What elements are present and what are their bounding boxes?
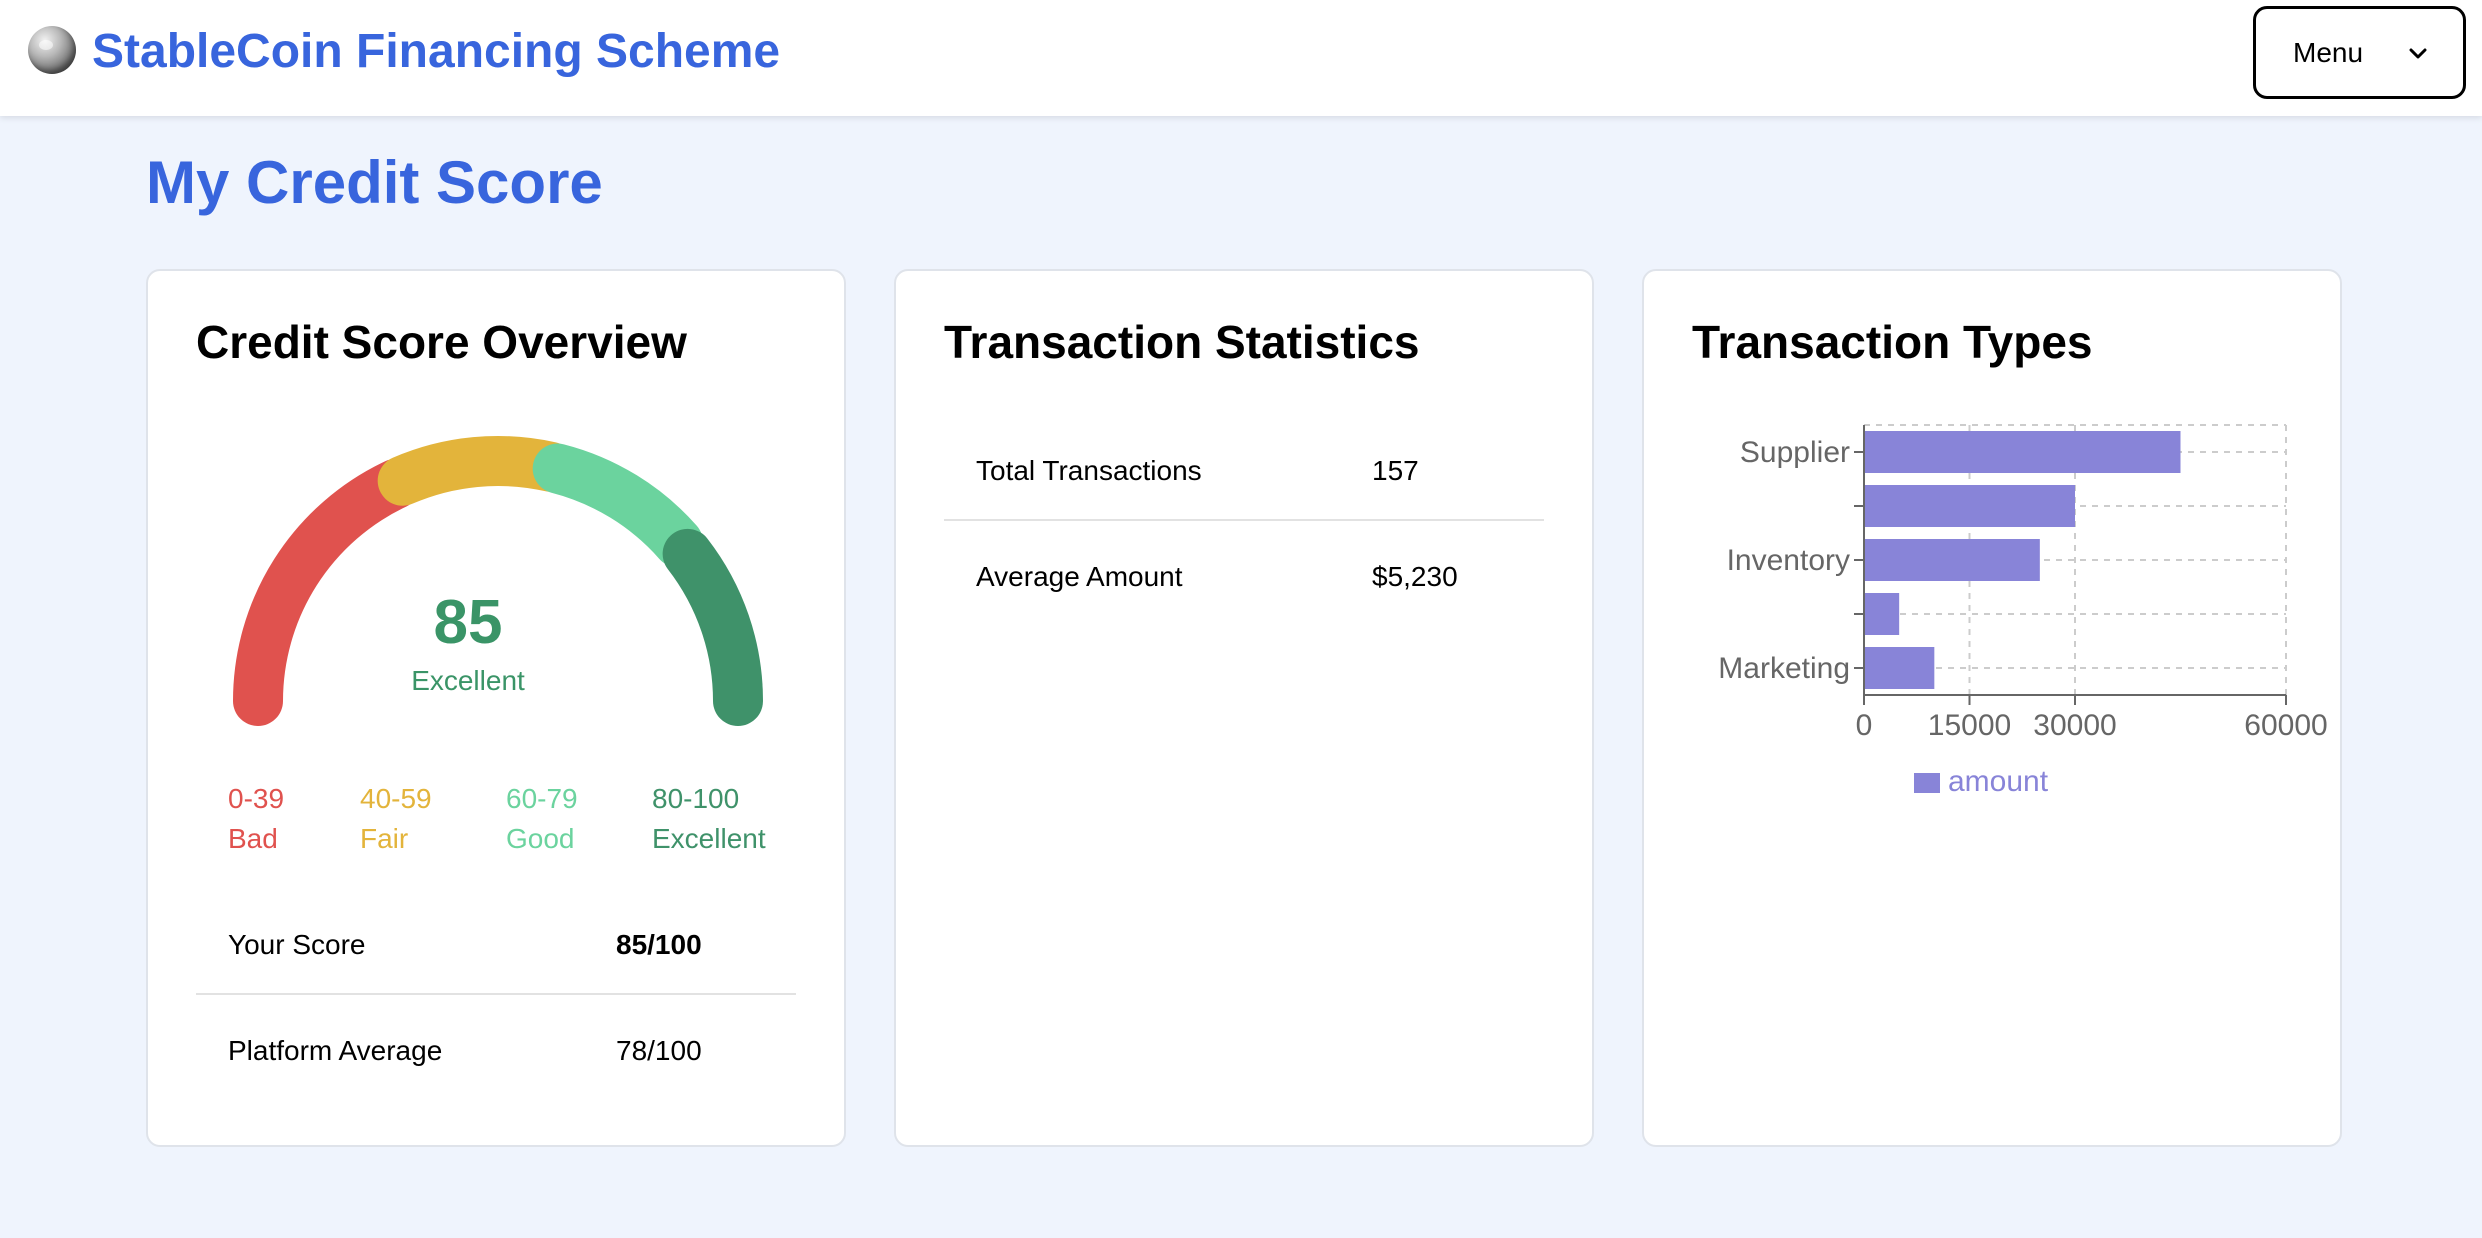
menu-button-label: Menu <box>2293 37 2364 68</box>
average-amount-value: $5,230 <box>1372 561 1458 592</box>
total-transactions-value: 157 <box>1372 455 1419 486</box>
app-header: StableCoin Financing Scheme Menu <box>0 0 2482 116</box>
your-score-value: 85/100 <box>616 929 702 960</box>
your-score-row: Your Score 85/100 <box>196 891 796 995</box>
transaction-types-bar-chart: Supplier Inventory Marketing0 15000 30000 600… <box>1718 424 2328 798</box>
transaction-types-card: Transaction Types Supplier Inventory Marke… <box>1642 269 2342 1147</box>
legend-excellent: 80-100 Excellent <box>652 779 766 859</box>
legend-label: amount <box>1948 765 2049 798</box>
x-tick-label: 30000 <box>2033 709 2116 742</box>
legend-label: Good <box>506 823 575 854</box>
y-tick-label: Marketing <box>1718 652 1850 685</box>
bar <box>1864 539 2040 581</box>
gauge-segment-excellent <box>662 528 763 726</box>
legend-good: 60-79 Good <box>506 779 578 859</box>
credit-score-overview-card: Credit Score Overview 85 Excellent 0-39 … <box>146 269 846 1147</box>
transaction-statistics-card: Transaction Statistics Total Transaction… <box>894 269 1594 1147</box>
gauge-segment-fair <box>377 436 576 506</box>
chevron-down-icon <box>2409 48 2427 59</box>
legend-bad: 0-39 Bad <box>228 779 284 859</box>
legend-range: 80-100 <box>652 783 740 814</box>
score-value: 85 <box>433 588 503 657</box>
x-tick-label: 60000 <box>2244 709 2327 742</box>
legend-range: 40-59 <box>360 783 432 814</box>
score-rating: Excellent <box>411 665 525 696</box>
platform-average-row: Platform Average 78/100 <box>196 997 796 1101</box>
app-title[interactable]: StableCoin Financing Scheme <box>92 24 780 79</box>
legend-label: Fair <box>360 823 409 854</box>
legend-label: Excellent <box>652 823 766 854</box>
total-transactions-row: Total Transactions 157 <box>944 417 1544 521</box>
gauge-segment-good <box>532 443 704 568</box>
bar <box>1864 647 1935 689</box>
x-tick-label: 0 <box>1856 709 1873 742</box>
page-title: My Credit Score <box>146 149 603 216</box>
card-title: Transaction Statistics <box>944 316 1420 368</box>
average-amount-row: Average Amount $5,230 <box>944 523 1544 627</box>
platform-average-label: Platform Average <box>228 1035 443 1066</box>
platform-average-value: 78/100 <box>616 1035 702 1066</box>
legend-range: 60-79 <box>506 783 578 814</box>
x-tick-label: 15000 <box>1928 709 2011 742</box>
bar <box>1864 485 2075 527</box>
y-tick-label: Supplier <box>1740 436 1850 469</box>
average-amount-label: Average Amount <box>976 561 1183 592</box>
menu-button[interactable]: Menu <box>2253 6 2466 99</box>
total-transactions-label: Total Transactions <box>976 455 1202 486</box>
your-score-label: Your Score <box>228 929 366 960</box>
bar <box>1864 593 1900 635</box>
legend-fair: 40-59 Fair <box>360 779 432 859</box>
legend-range: 0-39 <box>228 783 285 814</box>
legend-label: Bad <box>228 823 278 854</box>
bar <box>1864 431 2181 473</box>
legend-swatch <box>1914 773 1940 793</box>
globe-logo-icon <box>28 26 76 74</box>
y-tick-label: Inventory <box>1727 544 1850 577</box>
